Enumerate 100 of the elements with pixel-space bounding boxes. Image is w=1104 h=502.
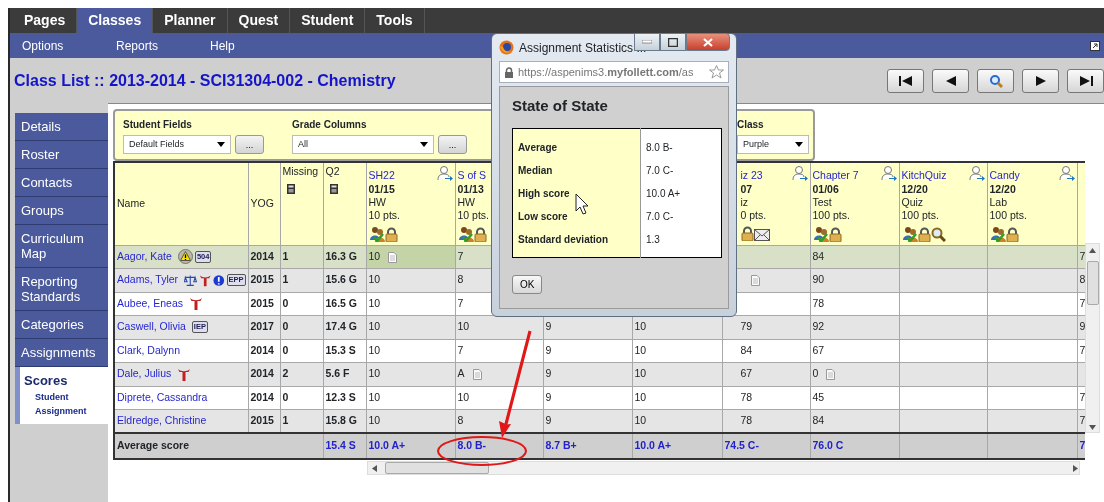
student-link[interactable]: Caswell, Olivia: [117, 319, 186, 336]
search-button[interactable]: [977, 68, 1014, 93]
medical-icon: [188, 296, 203, 312]
filter-label: Grade Columns: [292, 118, 367, 132]
ok-button[interactable]: OK: [512, 274, 543, 294]
category-text: Lab: [989, 196, 1008, 209]
close-button[interactable]: [686, 33, 730, 51]
student-link[interactable]: Aagor, Kate: [117, 248, 172, 265]
scrollbar-thumb[interactable]: [1086, 261, 1099, 305]
average-cell: 15.4 S: [323, 433, 366, 459]
nav-tab[interactable]: Classes: [77, 8, 154, 33]
points-text: 100 pts.: [901, 209, 939, 222]
sidebar-item[interactable]: Categories: [15, 311, 108, 339]
stat-label: Average: [512, 136, 641, 159]
scroll-up-icon[interactable]: [1089, 248, 1096, 253]
points-text: 10 pts.: [457, 209, 490, 222]
popout-icon[interactable]: [1090, 40, 1100, 51]
assignment-link[interactable]: SH22: [368, 165, 395, 182]
category-text: HW: [457, 196, 475, 209]
sidebar-item[interactable]: Reporting Standards: [15, 268, 108, 311]
first-icon: [897, 73, 914, 88]
stat-value: 8.0 B-: [640, 136, 722, 159]
sidebar-item[interactable]: Roster: [15, 141, 108, 169]
column-header[interactable]: Missing: [282, 165, 319, 178]
scroll-right-icon[interactable]: [1073, 464, 1078, 472]
stat-value: 10.0 A+: [640, 182, 722, 205]
sidebar-subitem[interactable]: Student: [20, 390, 69, 404]
cursor-icon: [575, 193, 589, 215]
scroll-left-icon[interactable]: [372, 464, 377, 472]
envelope-icon: [753, 229, 770, 241]
scroll-down-icon[interactable]: [1089, 425, 1096, 430]
person-arrow-icon: [968, 165, 985, 181]
people-check-icon: [457, 226, 474, 242]
due-date: 01/15: [368, 183, 395, 196]
sidebar-item[interactable]: Contacts: [15, 169, 108, 197]
maximize-button[interactable]: [660, 33, 686, 51]
sidebar-item[interactable]: Assignments: [15, 339, 108, 367]
average-cell: 76.0 C: [810, 433, 899, 459]
vertical-scrollbar[interactable]: [1085, 243, 1100, 433]
person-arrow-icon: [791, 165, 808, 181]
column-header[interactable]: YOG: [248, 162, 280, 245]
menu-item[interactable]: Options: [22, 36, 116, 55]
stat-label: High score: [512, 182, 641, 205]
dropdown[interactable]: Purple: [737, 135, 809, 154]
dropdown[interactable]: All: [292, 135, 434, 154]
person-arrow-icon: [1058, 165, 1075, 181]
average-cell: 10.0 A+: [366, 433, 455, 459]
stat-label: Low score: [512, 205, 641, 228]
horizontal-scrollbar[interactable]: [367, 461, 1080, 475]
lock-icon: [740, 226, 754, 241]
average-cell: 10.0 A+: [632, 433, 722, 459]
column-header[interactable]: Name: [114, 162, 248, 245]
stat-value: 1.3: [640, 228, 722, 251]
category-text: Quiz: [901, 196, 924, 209]
cell-text: 10: [368, 249, 381, 262]
sidebar-item[interactable]: Details: [15, 113, 108, 141]
assignment-link[interactable]: KitchQuiz: [901, 165, 947, 182]
average-cell: 7: [1077, 433, 1085, 459]
last-page-button[interactable]: [1067, 68, 1104, 93]
menu-item[interactable]: Help: [210, 36, 304, 55]
more-button[interactable]: ...: [235, 135, 264, 154]
average-cell: 74.5 C-: [722, 433, 810, 459]
lock-icon: [384, 227, 398, 242]
sidebar-subitem[interactable]: Assignment: [20, 404, 87, 418]
minimize-button[interactable]: [634, 33, 660, 51]
assignment-link[interactable]: iz 23: [740, 165, 763, 182]
lock-icon: [473, 227, 487, 242]
window-title: Assignment Statistics ...: [519, 39, 647, 57]
points-text: 10 pts.: [368, 209, 401, 222]
sidebar-item[interactable]: Curriculum Map: [15, 225, 108, 268]
first-page-button[interactable]: [887, 68, 924, 93]
person-arrow-icon: [436, 165, 453, 181]
category-text: iz: [740, 196, 749, 209]
scales-icon: [184, 273, 197, 287]
menu-item[interactable]: Reports: [116, 36, 210, 55]
scrollbar-thumb[interactable]: [385, 462, 489, 474]
stat-label: Standard deviation: [512, 228, 641, 251]
assignment-link[interactable]: Chapter 7: [812, 165, 859, 182]
column-header[interactable]: Q2: [325, 165, 340, 178]
calculator-icon: [329, 184, 338, 195]
more-button[interactable]: ...: [438, 135, 467, 154]
exclamation-icon: [212, 273, 225, 287]
dropdown[interactable]: Default Fields: [123, 135, 231, 154]
stat-value: 7.0 C-: [640, 205, 722, 228]
dialog-heading: State of State: [512, 96, 609, 116]
search-icon: [930, 227, 946, 242]
maximize-icon: [668, 37, 678, 47]
student-link[interactable]: Adams, Tyler: [117, 272, 179, 289]
average-cell: 8.0 B-: [455, 433, 543, 459]
assignment-link[interactable]: Candy: [989, 165, 1020, 182]
address-bar[interactable]: https://aspenims3.myfollett.com/as: [499, 61, 729, 83]
next-button[interactable]: [1022, 68, 1059, 93]
minimize-icon: [642, 40, 652, 44]
browser-icon: [499, 40, 514, 55]
cell-text: A: [457, 367, 465, 380]
previous-button[interactable]: [932, 68, 969, 93]
star-icon[interactable]: [709, 65, 724, 79]
sidebar-item[interactable]: Groups: [15, 197, 108, 225]
stat-value: 7.0 C-: [640, 159, 722, 182]
assignment-link[interactable]: S of S: [457, 165, 487, 182]
